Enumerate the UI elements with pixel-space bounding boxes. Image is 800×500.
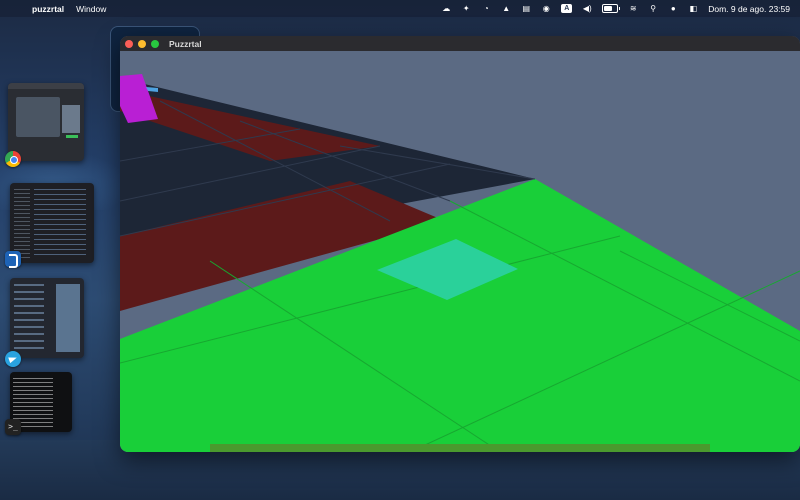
telegram-icon[interactable] bbox=[5, 351, 21, 367]
volume-icon[interactable]: ◀) bbox=[582, 4, 592, 14]
battery-icon[interactable] bbox=[602, 4, 621, 13]
vscode-icon[interactable] bbox=[5, 251, 21, 268]
keyboard-input-icon[interactable]: A bbox=[561, 4, 573, 13]
window-titlebar[interactable]: Puzzrtal bbox=[120, 36, 800, 51]
stage-thumbnail-chrome[interactable] bbox=[8, 83, 84, 161]
minimize-button[interactable] bbox=[138, 39, 146, 48]
sparkle-icon[interactable]: ✦ bbox=[461, 4, 471, 14]
maximize-button[interactable] bbox=[151, 39, 159, 48]
wifi-icon[interactable]: ≋ bbox=[628, 4, 638, 14]
window-title: Puzzrtal bbox=[169, 38, 202, 49]
floor-bottom-edge bbox=[210, 444, 710, 452]
game-viewport[interactable] bbox=[120, 51, 800, 452]
control-center-icon[interactable]: ◧ bbox=[688, 4, 698, 14]
close-button[interactable] bbox=[125, 39, 133, 48]
siri-icon[interactable]: ● bbox=[668, 4, 678, 14]
stage-thumbnail-telegram[interactable] bbox=[10, 278, 84, 358]
menu-window[interactable]: Window bbox=[76, 4, 106, 14]
apple-icon[interactable] bbox=[10, 4, 20, 14]
clock-sync-icon[interactable]: ◔ bbox=[481, 4, 491, 14]
terminal-icon[interactable]: >_ bbox=[5, 419, 21, 435]
menu-datetime[interactable]: Dom. 9 de ago. 23:59 bbox=[708, 4, 790, 14]
record-icon[interactable]: ◉ bbox=[541, 4, 551, 14]
stage-thumbnail-vscode[interactable] bbox=[10, 183, 94, 263]
menu-meter-icon[interactable]: ▤ bbox=[521, 4, 531, 14]
chrome-icon[interactable] bbox=[5, 151, 21, 167]
puzzrtal-window[interactable]: Puzzrtal bbox=[120, 36, 800, 452]
creative-cloud-icon[interactable]: ☁ bbox=[441, 4, 451, 14]
menu-bar: puzzrtal Window ☁ ✦ ◔ ▲ ▤ ◉ A ◀) ≋ ⚲ ● ◧… bbox=[0, 0, 800, 17]
search-icon[interactable]: ⚲ bbox=[648, 4, 658, 14]
menu-app-name[interactable]: puzzrtal bbox=[32, 4, 64, 14]
vlc-icon[interactable]: ▲ bbox=[501, 4, 511, 14]
